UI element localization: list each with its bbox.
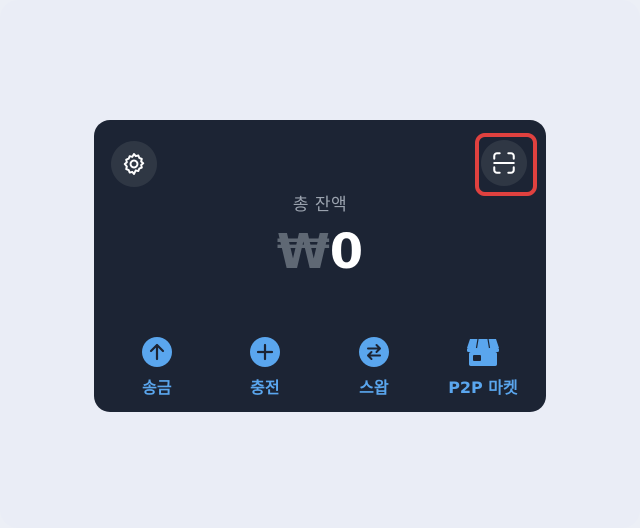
currency-symbol: ₩: [276, 224, 330, 280]
swap-label: 스왑: [359, 378, 389, 397]
page-background: 총 잔액 ₩0 송금 충전 스왑 P2P 마켓: [0, 0, 640, 528]
send-button[interactable]: 송금: [102, 336, 212, 398]
wallet-balance-card: 총 잔액 ₩0 송금 충전 스왑 P2P 마켓: [94, 120, 546, 412]
balance-label: 총 잔액: [292, 195, 348, 215]
balance-amount: ₩0: [94, 220, 546, 284]
charge-label: 충전: [250, 378, 280, 397]
scan-button[interactable]: [481, 140, 527, 186]
qr-scan-icon: [493, 152, 515, 174]
gear-icon: [123, 153, 145, 175]
swap-button[interactable]: 스왑: [319, 336, 429, 398]
plus-icon: [250, 337, 280, 367]
balance-value: 0: [329, 224, 364, 280]
quick-actions: 송금 충전 스왑 P2P 마켓: [94, 336, 546, 406]
swap-arrows-icon: [359, 337, 389, 367]
storefront-icon: [467, 338, 499, 366]
p2p-market-label: P2P 마켓: [448, 378, 518, 397]
settings-button[interactable]: [111, 141, 157, 187]
arrow-up-icon: [142, 337, 172, 367]
send-label: 송금: [142, 378, 172, 397]
p2p-market-button[interactable]: P2P 마켓: [428, 336, 538, 398]
charge-button[interactable]: 충전: [210, 336, 320, 398]
